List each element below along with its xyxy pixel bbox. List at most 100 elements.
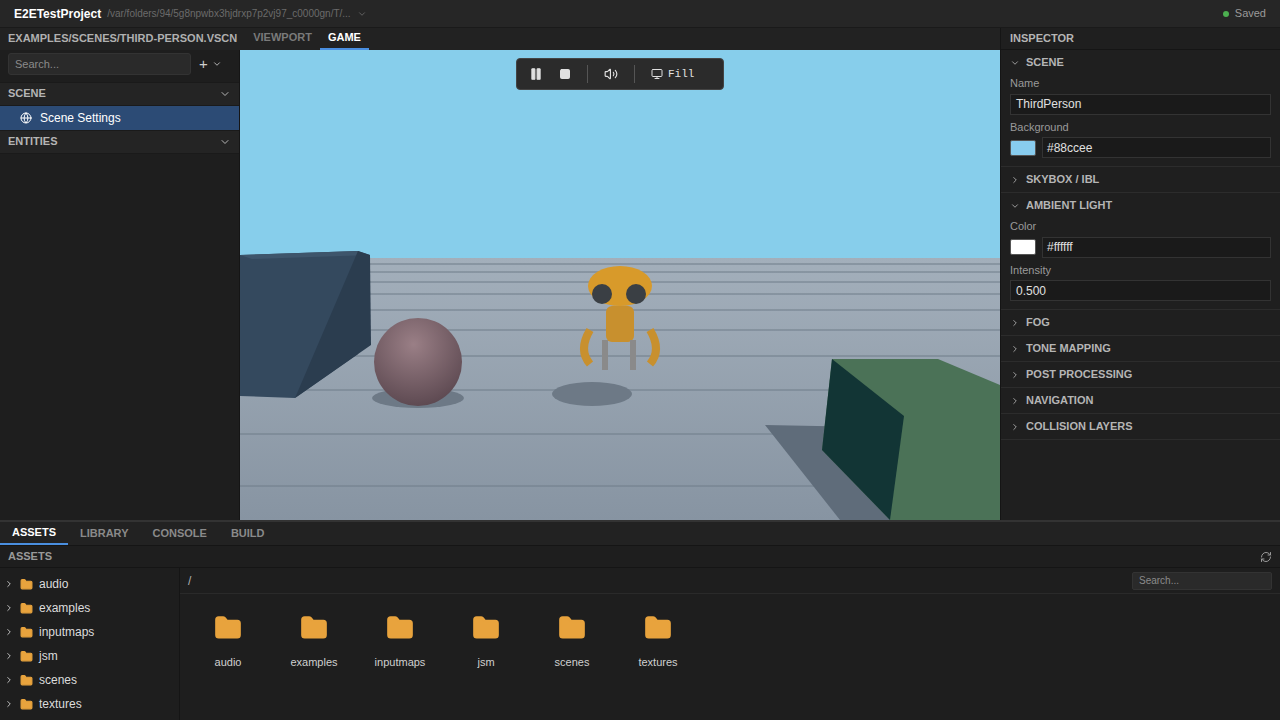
section-header[interactable]: POST PROCESSING [1001, 362, 1280, 387]
bottom-panel: ASSETSLIBRARYCONSOLEBUILDASSETSaudioexam… [0, 520, 1280, 720]
pause-icon[interactable] [529, 67, 543, 81]
section-header[interactable]: SCENE [0, 82, 239, 106]
color-input[interactable]: #88ccee [1042, 137, 1271, 158]
project-path[interactable]: /var/folders/94/5g8npwbx3hjdrxp7p2vj97_c… [107, 6, 351, 21]
folder-icon [20, 650, 33, 663]
color-input[interactable]: #ffffff [1042, 237, 1271, 258]
asset-folder[interactable]: scenes [529, 614, 615, 671]
section-header[interactable]: NAVIGATION [1001, 388, 1280, 413]
inspector-panel: INSPECTORSCENENameThirdPersonBackground#… [1000, 28, 1280, 520]
collapsed-chevron-icon[interactable] [1010, 422, 1020, 432]
tree-item[interactable]: examples [0, 596, 179, 620]
folder-icon [472, 614, 500, 642]
view-tab[interactable]: VIEWPORT [245, 29, 320, 51]
text-input[interactable]: 0.500 [1010, 280, 1271, 301]
game-toolbar: Fill [516, 58, 724, 90]
expanded-chevron-icon[interactable] [219, 88, 231, 100]
hierarchy-section: SCENEScene Settings [0, 82, 239, 130]
document-path: EXAMPLES/SCENES/THIRD-PERSON.VSCN [0, 30, 245, 51]
add-entity-button[interactable]: + [199, 53, 222, 76]
tree-item[interactable]: jsm [0, 644, 179, 668]
title-bar: E2ETestProject/var/folders/94/5g8npwbx3h… [0, 0, 1280, 28]
asset-folder[interactable]: inputmaps [357, 614, 443, 671]
inspector-section: TONE MAPPING [1001, 336, 1280, 362]
tree-item[interactable]: scenes [0, 668, 179, 692]
field-label: Intensity [1010, 262, 1271, 279]
asset-grid: audioexamplesinputmapsjsmscenestextures [180, 594, 1280, 671]
game-view[interactable]: Fill [240, 50, 1000, 520]
collapsed-chevron-icon[interactable] [4, 675, 14, 685]
color-swatch[interactable] [1010, 239, 1036, 255]
asset-folder[interactable]: examples [271, 614, 357, 671]
collapsed-chevron-icon[interactable] [1010, 175, 1020, 185]
inspector-section: AMBIENT LIGHTColor #ffffff Intensity0.500 [1001, 193, 1280, 310]
field-label: Color [1010, 218, 1271, 235]
section-header[interactable]: SKYBOX / IBL [1001, 167, 1280, 192]
folder-icon [20, 674, 33, 687]
section-header[interactable]: ENTITIES [0, 130, 239, 154]
tree-item[interactable]: audio [0, 572, 179, 596]
fill-mode-button[interactable]: Fill [651, 66, 694, 83]
collapsed-chevron-icon[interactable] [4, 603, 14, 613]
folder-icon [20, 626, 33, 639]
folder-icon [300, 614, 328, 642]
text-input[interactable]: ThirdPerson [1010, 94, 1271, 115]
asset-tree: audioexamplesinputmapsjsmscenestextures [0, 568, 180, 720]
refresh-icon[interactable] [1260, 551, 1272, 563]
collapsed-chevron-icon[interactable] [4, 651, 14, 661]
bottom-tab[interactable]: ASSETS [0, 522, 68, 545]
inspector-field: Intensity0.500 [1010, 262, 1271, 302]
hierarchy-item[interactable]: Scene Settings [0, 106, 239, 130]
path-chevron-icon[interactable] [357, 9, 367, 19]
view-tab[interactable]: GAME [320, 29, 369, 51]
color-swatch[interactable] [1010, 140, 1036, 156]
collapsed-chevron-icon[interactable] [4, 627, 14, 637]
asset-folder[interactable]: audio [185, 614, 271, 671]
game-render [240, 50, 1000, 520]
inspector-field: Name ThirdPerson [1010, 75, 1271, 115]
collapsed-chevron-icon[interactable] [1010, 318, 1020, 328]
collapsed-chevron-icon[interactable] [4, 699, 14, 709]
expanded-chevron-icon[interactable] [1010, 201, 1020, 211]
assets-header: ASSETS [0, 546, 1280, 568]
field-label: Name [1010, 75, 1271, 92]
section-header[interactable]: TONE MAPPING [1001, 336, 1280, 361]
inspector-section: POST PROCESSING [1001, 362, 1280, 388]
section-header[interactable]: SCENE [1001, 50, 1280, 75]
status-dot [1223, 11, 1229, 17]
bottom-tab[interactable]: BUILD [219, 522, 277, 545]
field-label: Background [1010, 119, 1271, 136]
tree-item[interactable]: textures [0, 692, 179, 716]
tree-item[interactable]: inputmaps [0, 620, 179, 644]
asset-folder[interactable]: textures [615, 614, 701, 671]
bottom-tab[interactable]: LIBRARY [68, 522, 140, 545]
asset-folder[interactable]: jsm [443, 614, 529, 671]
save-status: Saved [1235, 5, 1266, 22]
section-header[interactable]: FOG [1001, 310, 1280, 335]
asset-path: / [188, 572, 191, 590]
inspector-section: NAVIGATION [1001, 388, 1280, 414]
inspector-field: Color #ffffff [1010, 218, 1271, 258]
hierarchy-section: ENTITIES [0, 130, 239, 154]
collapsed-chevron-icon[interactable] [1010, 344, 1020, 354]
bottom-tab[interactable]: CONSOLE [141, 522, 219, 545]
globe-icon [20, 112, 32, 124]
collapsed-chevron-icon[interactable] [4, 579, 14, 589]
section-header[interactable]: COLLISION LAYERS [1001, 414, 1280, 439]
expanded-chevron-icon[interactable] [219, 136, 231, 148]
collapsed-chevron-icon[interactable] [1010, 370, 1020, 380]
asset-search[interactable]: Search... [1132, 572, 1272, 590]
volume-icon[interactable] [604, 67, 618, 81]
hierarchy-search[interactable]: Search... [8, 53, 191, 75]
expanded-chevron-icon[interactable] [1010, 58, 1020, 68]
section-header[interactable]: AMBIENT LIGHT [1001, 193, 1280, 218]
hierarchy-panel: Search... + SCENEScene SettingsENTITIES [0, 50, 240, 520]
folder-icon [214, 614, 242, 642]
add-chevron-icon[interactable] [212, 59, 222, 69]
inspector-section: SCENEName ThirdPerson Background#88ccee [1001, 50, 1280, 167]
document-tab-bar: EXAMPLES/SCENES/THIRD-PERSON.VSCNVIEWPOR… [0, 28, 1000, 50]
stop-icon[interactable] [559, 68, 571, 80]
folder-icon [20, 698, 33, 711]
collapsed-chevron-icon[interactable] [1010, 396, 1020, 406]
inspector-section: FOG [1001, 310, 1280, 336]
